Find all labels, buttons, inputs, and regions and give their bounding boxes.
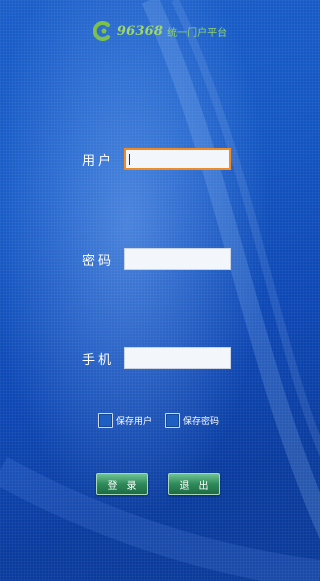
logo-c-icon: [92, 21, 110, 41]
background-swoosh: [0, 0, 320, 581]
background-texture: [0, 0, 320, 581]
exit-button[interactable]: 退出: [168, 473, 220, 495]
save-user-checkbox[interactable]: [98, 413, 113, 428]
logo-number: 96368: [116, 23, 164, 39]
password-input[interactable]: [124, 248, 231, 270]
save-user-option[interactable]: 保存用户: [98, 413, 152, 428]
save-password-label: 保存密码: [183, 417, 220, 427]
username-label: 用户: [82, 153, 115, 169]
phone-label: 手机: [82, 352, 115, 368]
logo-subtitle: 统一门户平台: [167, 27, 228, 39]
login-button[interactable]: 登录: [96, 473, 148, 495]
save-password-checkbox[interactable]: [165, 413, 180, 428]
password-label: 密码: [82, 253, 115, 269]
save-user-label: 保存用户: [116, 417, 153, 427]
save-password-option[interactable]: 保存密码: [165, 413, 219, 428]
username-input[interactable]: [124, 148, 231, 170]
text-caret: [129, 154, 130, 165]
phone-input[interactable]: [124, 347, 231, 369]
app-logo: 96368 统一门户平台: [0, 18, 320, 44]
